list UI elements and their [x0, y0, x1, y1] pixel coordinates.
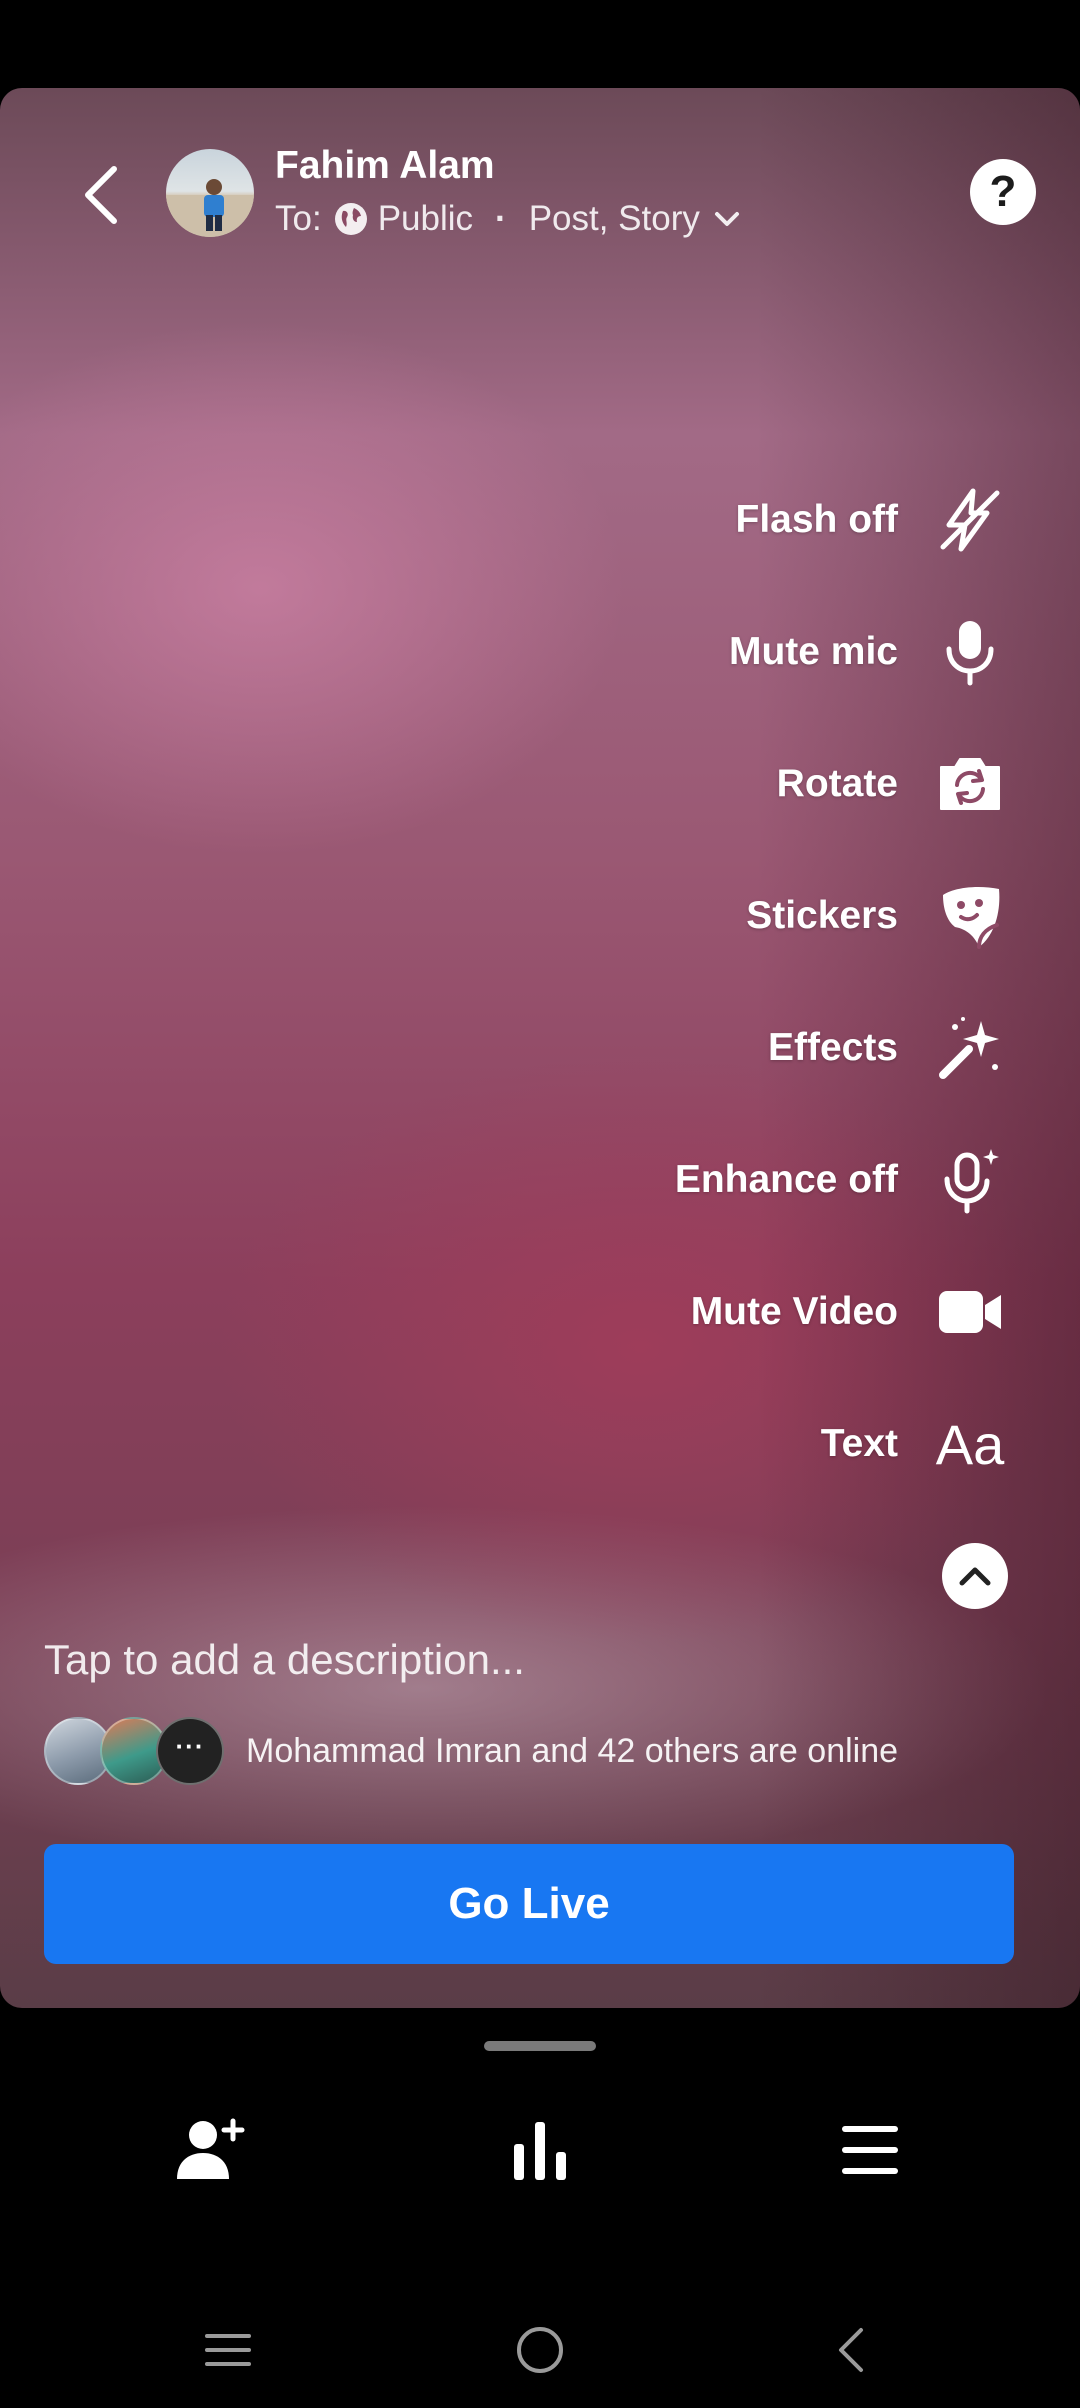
system-back-button[interactable] [795, 2305, 905, 2395]
add-friend-icon [177, 2118, 245, 2179]
tool-label: Enhance off [674, 1158, 898, 1201]
audience-value: Public [377, 199, 474, 238]
recent-apps-button[interactable] [173, 2305, 283, 2395]
tool-label: Mute Video [690, 1290, 898, 1333]
separator-dot: · [495, 199, 507, 238]
tool-mute-video[interactable]: Mute Video [691, 1272, 1010, 1352]
menu-icon [842, 2126, 898, 2174]
home-button[interactable] [485, 2305, 595, 2395]
profile-photo [166, 179, 254, 237]
collapse-tools-button[interactable] [942, 1543, 1008, 1609]
more-friends-icon: ··· [156, 1717, 224, 1785]
audience-prefix: To: [275, 199, 322, 238]
tool-rotate[interactable]: Rotate [777, 744, 1010, 824]
back-button[interactable] [70, 150, 130, 240]
tool-label: Text [820, 1422, 898, 1465]
back-icon [839, 2328, 863, 2372]
help-icon: ? [989, 167, 1017, 216]
microphone-icon [930, 612, 1010, 692]
text-icon-glyph: Aa [935, 1412, 1005, 1476]
tool-mute-mic[interactable]: Mute mic [729, 612, 1010, 692]
text-icon: Aa [930, 1404, 1010, 1484]
chevron-left-icon [85, 166, 117, 224]
tool-flash[interactable]: Flash off [736, 480, 1011, 560]
tool-label: Mute mic [728, 630, 898, 673]
tool-effects[interactable]: Effects [768, 1008, 1010, 1088]
online-status-text: Mohammad Imran and 42 others are online [246, 1731, 899, 1770]
tool-label: Effects [767, 1026, 898, 1069]
magic-wand-icon [930, 1008, 1010, 1088]
bar-chart-icon [514, 2122, 566, 2180]
tool-text[interactable]: Text Aa [821, 1404, 1010, 1484]
help-button[interactable]: ? [970, 159, 1036, 225]
description-input[interactable]: Tap to add a description... [44, 1636, 525, 1684]
stats-button[interactable] [485, 2100, 595, 2200]
sticker-icon [930, 876, 1010, 956]
globe-icon [334, 202, 368, 236]
drag-handle[interactable] [484, 2041, 596, 2051]
home-icon [517, 2327, 563, 2373]
invite-friend-button[interactable] [155, 2100, 265, 2200]
more-glyph: ··· [175, 1730, 205, 1761]
audience-selector[interactable]: To: Public · Post, Story [275, 199, 740, 239]
tool-label: Rotate [776, 762, 898, 805]
tool-label: Stickers [746, 894, 898, 937]
recent-apps-icon [205, 2334, 251, 2366]
tool-stickers[interactable]: Stickers [746, 876, 1010, 956]
destination-value: Post, Story [528, 199, 700, 238]
chevron-down-icon [714, 210, 740, 228]
rotate-camera-icon [930, 744, 1010, 824]
live-setup-screen: Fahim Alam To: Public · Post, Story ? Fl… [0, 0, 1080, 2408]
tool-enhance[interactable]: Enhance off [675, 1140, 1010, 1220]
flash-off-icon [930, 480, 1010, 560]
chevron-up-icon [959, 1567, 991, 1586]
menu-button[interactable] [815, 2100, 925, 2200]
user-name: Fahim Alam [275, 144, 495, 187]
enhance-mic-icon [930, 1140, 1010, 1220]
tool-label: Flash off [735, 498, 899, 541]
online-friends-row[interactable]: ··· Mohammad Imran and 42 others are onl… [44, 1717, 898, 1785]
profile-avatar[interactable] [166, 149, 254, 237]
video-camera-icon [930, 1272, 1010, 1352]
go-live-button[interactable]: Go Live [44, 1844, 1014, 1964]
